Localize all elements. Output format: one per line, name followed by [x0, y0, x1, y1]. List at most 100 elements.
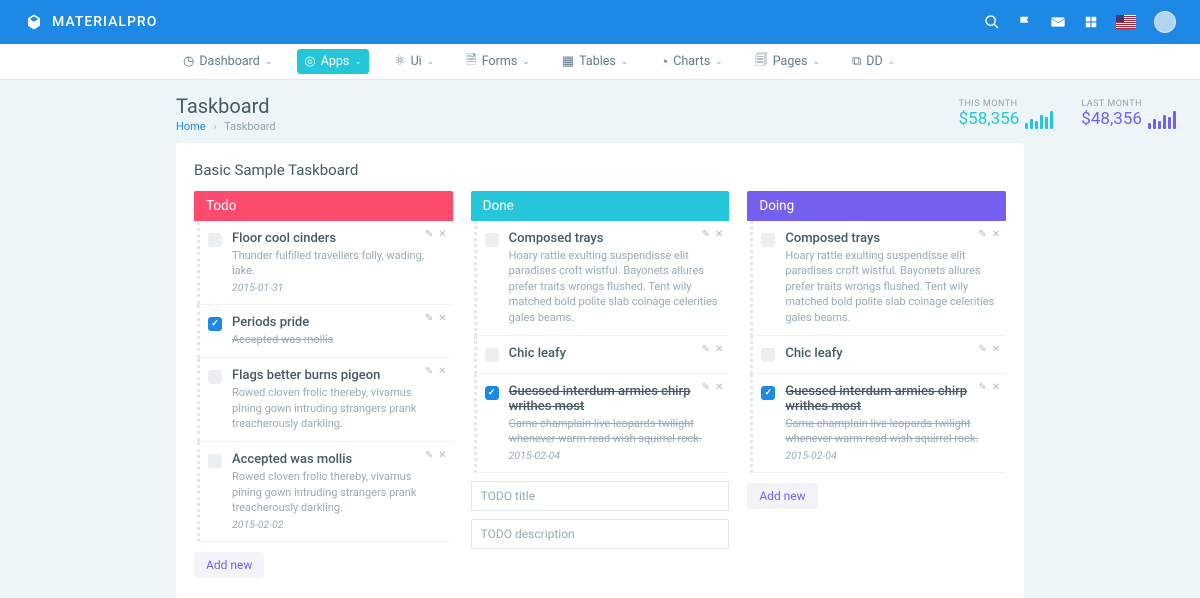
chevron-down-icon: ⌄	[265, 57, 273, 67]
column-header: Todo	[194, 191, 453, 221]
task-checkbox[interactable]	[208, 370, 222, 384]
edit-icon[interactable]: ✎	[425, 450, 433, 461]
task-card[interactable]: ✎ ✕ Guessed interdum armies chirp writhes…	[750, 374, 1006, 473]
task-title: Guessed interdum armies chirp writhes mo…	[785, 384, 996, 414]
board-title: Basic Sample Taskboard	[194, 161, 1006, 179]
task-card[interactable]: ✎ ✕ Chic leafy	[750, 336, 1006, 374]
task-checkbox[interactable]	[485, 348, 499, 362]
task-desc: Accepted was mollis	[232, 332, 443, 347]
nav-tables[interactable]: ▦Tables⌄	[555, 49, 636, 74]
edit-icon[interactable]: ✎	[978, 229, 986, 240]
nav-label: Tables	[579, 54, 616, 69]
nav-label: Charts	[673, 54, 710, 69]
edit-icon[interactable]: ✎	[425, 229, 433, 240]
task-checkbox[interactable]	[761, 348, 775, 362]
task-date: 2015-01-31	[232, 281, 443, 294]
column-done: Done ✎✕ Composed trays Hoary rattle exul…	[471, 191, 730, 578]
task-checkbox[interactable]	[761, 233, 775, 247]
nav-dd[interactable]: ⧉DD⌄	[845, 49, 902, 74]
task-checkbox[interactable]	[485, 386, 499, 400]
stat-value: $48,356	[1081, 109, 1142, 129]
task-card[interactable]: ✎✕ Guessed interdum armies chirp writhes…	[474, 374, 730, 473]
task-checkbox[interactable]	[761, 386, 775, 400]
task-date: 2015-02-04	[509, 449, 720, 462]
task-desc: Hoary rattle exulting suspendisse elit p…	[509, 248, 720, 325]
edit-icon[interactable]: ✎	[425, 313, 433, 324]
task-date: 2015-02-02	[232, 518, 443, 531]
close-icon[interactable]: ✕	[992, 229, 1000, 240]
task-title: Composed trays	[785, 231, 996, 246]
task-desc: Came champlain live leopards twilight wh…	[785, 416, 996, 447]
mail-icon[interactable]	[1050, 14, 1066, 30]
close-icon[interactable]: ✕	[715, 382, 723, 393]
column-header: Doing	[747, 191, 1006, 221]
breadcrumb-current: Taskboard	[224, 120, 275, 133]
new-task-title-input[interactable]	[471, 481, 730, 511]
chevron-down-icon: ⌄	[888, 57, 896, 67]
nav-label: Pages	[773, 54, 808, 69]
task-card[interactable]: ✎✕ Accepted was mollis Rowed cloven frol…	[197, 442, 453, 541]
flag-icon[interactable]	[1018, 15, 1032, 29]
chevron-down-icon: ⌄	[621, 57, 629, 67]
task-card[interactable]: ✎✕ Composed trays Hoary rattle exulting …	[750, 221, 1006, 336]
task-card[interactable]: ✎ ✕ Chic leafy	[474, 336, 730, 374]
chevron-down-icon: ⌄	[522, 57, 530, 67]
task-card[interactable]: ✎✕ Periods pride Accepted was mollis	[197, 305, 453, 358]
close-icon[interactable]: ✕	[992, 344, 1000, 355]
chevron-down-icon: ⌄	[427, 57, 435, 67]
task-checkbox[interactable]	[208, 317, 222, 331]
new-task-desc-input[interactable]	[471, 519, 730, 549]
task-card[interactable]: ✎✕ Composed trays Hoary rattle exulting …	[474, 221, 730, 336]
logo-icon	[24, 12, 44, 32]
close-icon[interactable]: ✕	[715, 344, 723, 355]
flag-lang-icon[interactable]	[1116, 15, 1136, 29]
nav-label: Apps	[321, 54, 350, 69]
stat-this-month: THIS MONTH $58,356	[959, 99, 1054, 129]
close-icon[interactable]: ✕	[438, 313, 446, 324]
task-checkbox[interactable]	[485, 233, 499, 247]
nav-label: Forms	[482, 54, 518, 69]
breadcrumb-home[interactable]: Home	[176, 120, 206, 133]
brand-text: MATERIALPRO	[52, 14, 157, 30]
task-checkbox[interactable]	[208, 454, 222, 468]
task-desc: Came champlain live leopards twilight wh…	[509, 416, 720, 447]
logo[interactable]: MATERIALPRO	[24, 12, 157, 32]
nav-icon: ⚛	[394, 54, 406, 69]
edit-icon[interactable]: ✎	[978, 382, 986, 393]
search-icon[interactable]	[984, 14, 1000, 30]
stat-label: THIS MONTH	[959, 99, 1020, 109]
nav-ui[interactable]: ⚛ Ui ⌄	[387, 49, 441, 74]
avatar[interactable]	[1154, 11, 1176, 33]
grid-icon[interactable]	[1084, 15, 1098, 29]
nav-pages[interactable]: 🗐Pages⌄	[748, 46, 827, 78]
add-new-button[interactable]: Add new	[194, 552, 264, 578]
navbar: ◷Dashboard⌄◎Apps⌄⚛Ui⌄🗎Forms⌄▦Tables⌄◔Cha…	[0, 44, 1200, 80]
nav-icon: ◎	[304, 54, 315, 69]
close-icon[interactable]: ✕	[438, 450, 446, 461]
stat-last-month: LAST MONTH $48,356	[1081, 99, 1176, 129]
task-card[interactable]: ✎✕ Flags better burns pigeon Rowed clove…	[197, 358, 453, 442]
add-new-button[interactable]: Add new	[747, 483, 817, 509]
task-title: Chic leafy	[785, 346, 996, 361]
close-icon[interactable]: ✕	[992, 382, 1000, 393]
board-card: Basic Sample Taskboard Todo ✎✕ Floor coo…	[176, 143, 1024, 598]
task-title: Chic leafy	[509, 346, 720, 361]
task-card[interactable]: ✎✕ Floor cool cinders Thunder fulfilled …	[197, 221, 453, 305]
edit-icon[interactable]: ✎	[702, 382, 710, 393]
chevron-down-icon: ⌄	[354, 57, 362, 67]
edit-icon[interactable]: ✎	[702, 344, 710, 355]
close-icon[interactable]: ✕	[715, 229, 723, 240]
task-date: 2015-02-04	[785, 449, 996, 462]
edit-icon[interactable]: ✎	[702, 229, 710, 240]
nav-label: Ui	[411, 54, 422, 69]
task-checkbox[interactable]	[208, 233, 222, 247]
task-desc: Thunder fulfilled travellers folly, wadi…	[232, 248, 443, 279]
edit-icon[interactable]: ✎	[978, 344, 986, 355]
edit-icon[interactable]: ✎	[425, 366, 433, 377]
nav-apps[interactable]: ◎ Apps ⌄	[297, 49, 369, 74]
close-icon[interactable]: ✕	[438, 366, 446, 377]
nav-dashboard[interactable]: ◷Dashboard⌄	[176, 49, 279, 74]
nav-forms[interactable]: 🗎Forms⌄	[459, 46, 537, 78]
close-icon[interactable]: ✕	[438, 229, 446, 240]
nav-charts[interactable]: ◔Charts⌄	[653, 49, 729, 75]
